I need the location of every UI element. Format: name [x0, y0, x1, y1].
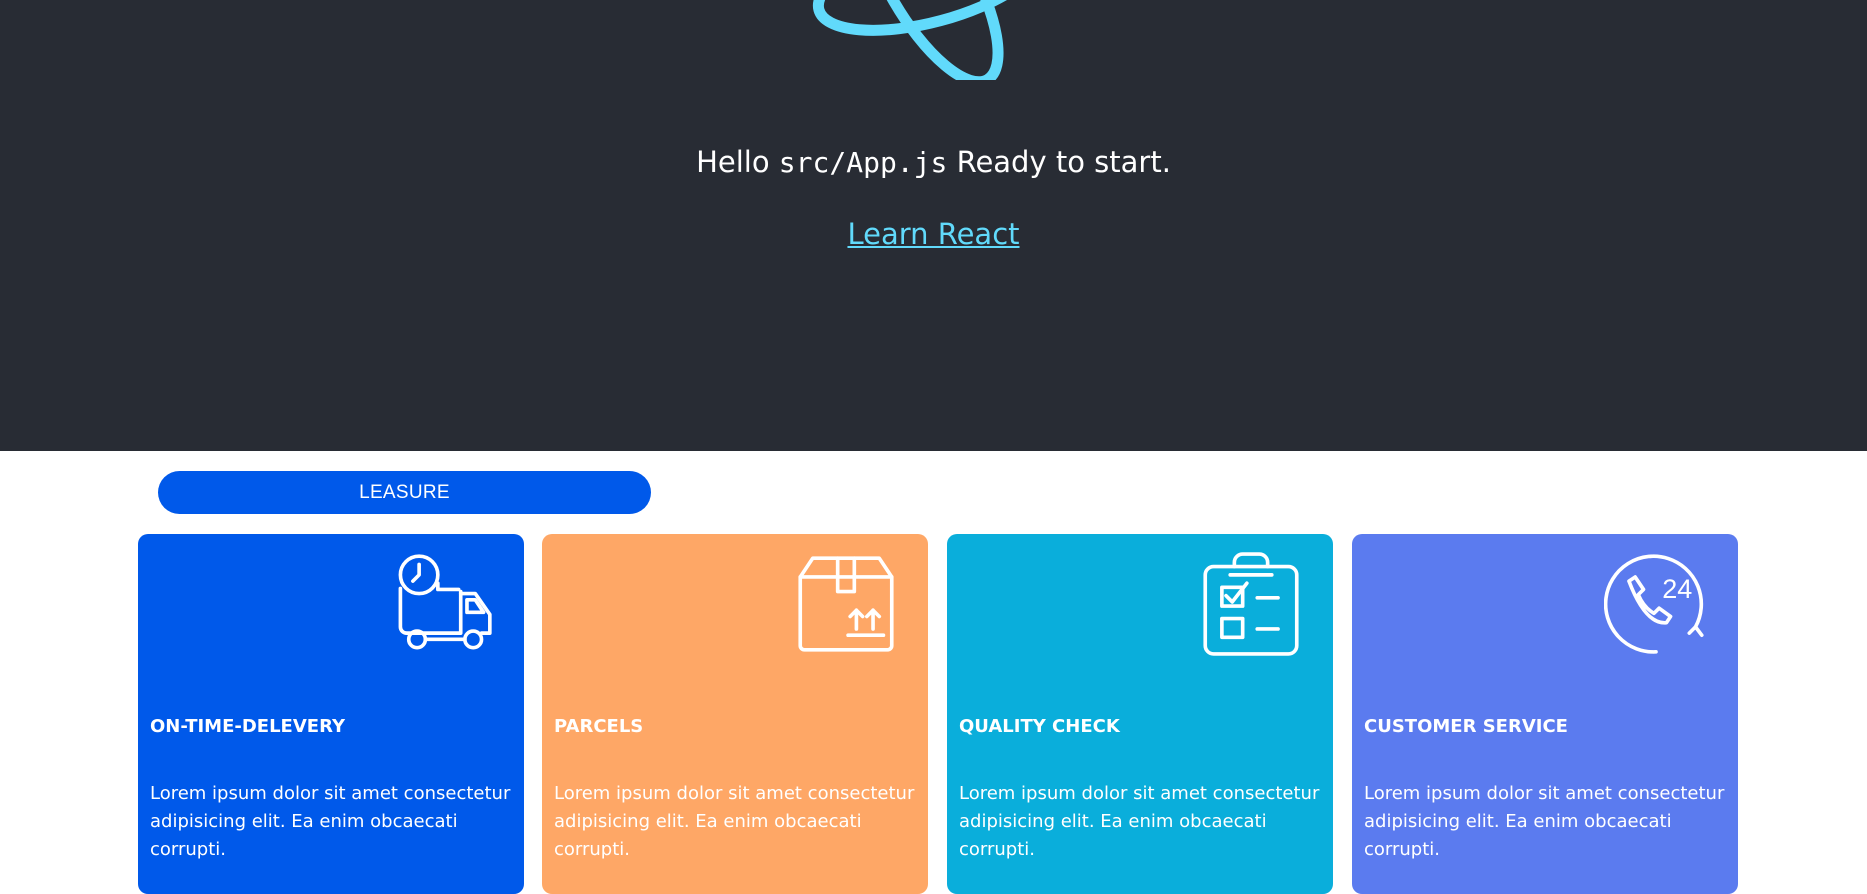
- card-text: Lorem ipsum dolor sit amet consectetur a…: [959, 783, 1320, 860]
- learn-link-row: Learn React: [0, 212, 1867, 256]
- card-text: Lorem ipsum dolor sit amet consectetur a…: [554, 783, 915, 860]
- card-quality-check[interactable]: QUALITY CHECK Lorem ipsum dolor sit amet…: [947, 534, 1333, 894]
- hello-prefix: Hello: [696, 145, 770, 179]
- card-title: CUSTOMER SERVICE: [1364, 716, 1568, 737]
- parcel-box-icon: [798, 556, 894, 652]
- clipboard-checklist-icon: [1203, 552, 1299, 656]
- hello-suffix: Ready to start.: [956, 145, 1171, 179]
- card-title: ON-TIME-DELEVERY: [150, 716, 345, 737]
- card-text: Lorem ipsum dolor sit amet consectetur a…: [1364, 783, 1725, 860]
- card-text: Lorem ipsum dolor sit amet consectetur a…: [150, 783, 511, 860]
- card-parcels[interactable]: PARCELS Lorem ipsum dolor sit amet conse…: [542, 534, 928, 894]
- svg-text:24: 24: [1662, 574, 1692, 604]
- card-title: PARCELS: [554, 716, 644, 737]
- card-on-time-delivery[interactable]: ON-TIME-DELEVERY Lorem ipsum dolor sit a…: [138, 534, 524, 894]
- card-customer-service[interactable]: 24 CUSTOMER SERVICE Lorem ipsum dolor si…: [1352, 534, 1738, 894]
- learn-react-link[interactable]: Learn React: [847, 217, 1019, 251]
- hello-code: src/App.js: [778, 146, 948, 179]
- leasure-button[interactable]: LEASURE: [158, 471, 651, 514]
- delivery-truck-clock-icon: [398, 554, 492, 650]
- card-title: QUALITY CHECK: [959, 716, 1120, 737]
- app-header: Hello src/App.js Ready to start. Learn R…: [0, 0, 1867, 451]
- react-logo-icon: [812, 0, 1048, 80]
- phone-24-icon: 24: [1604, 554, 1704, 654]
- hello-text: Hello src/App.js Ready to start.: [0, 140, 1867, 185]
